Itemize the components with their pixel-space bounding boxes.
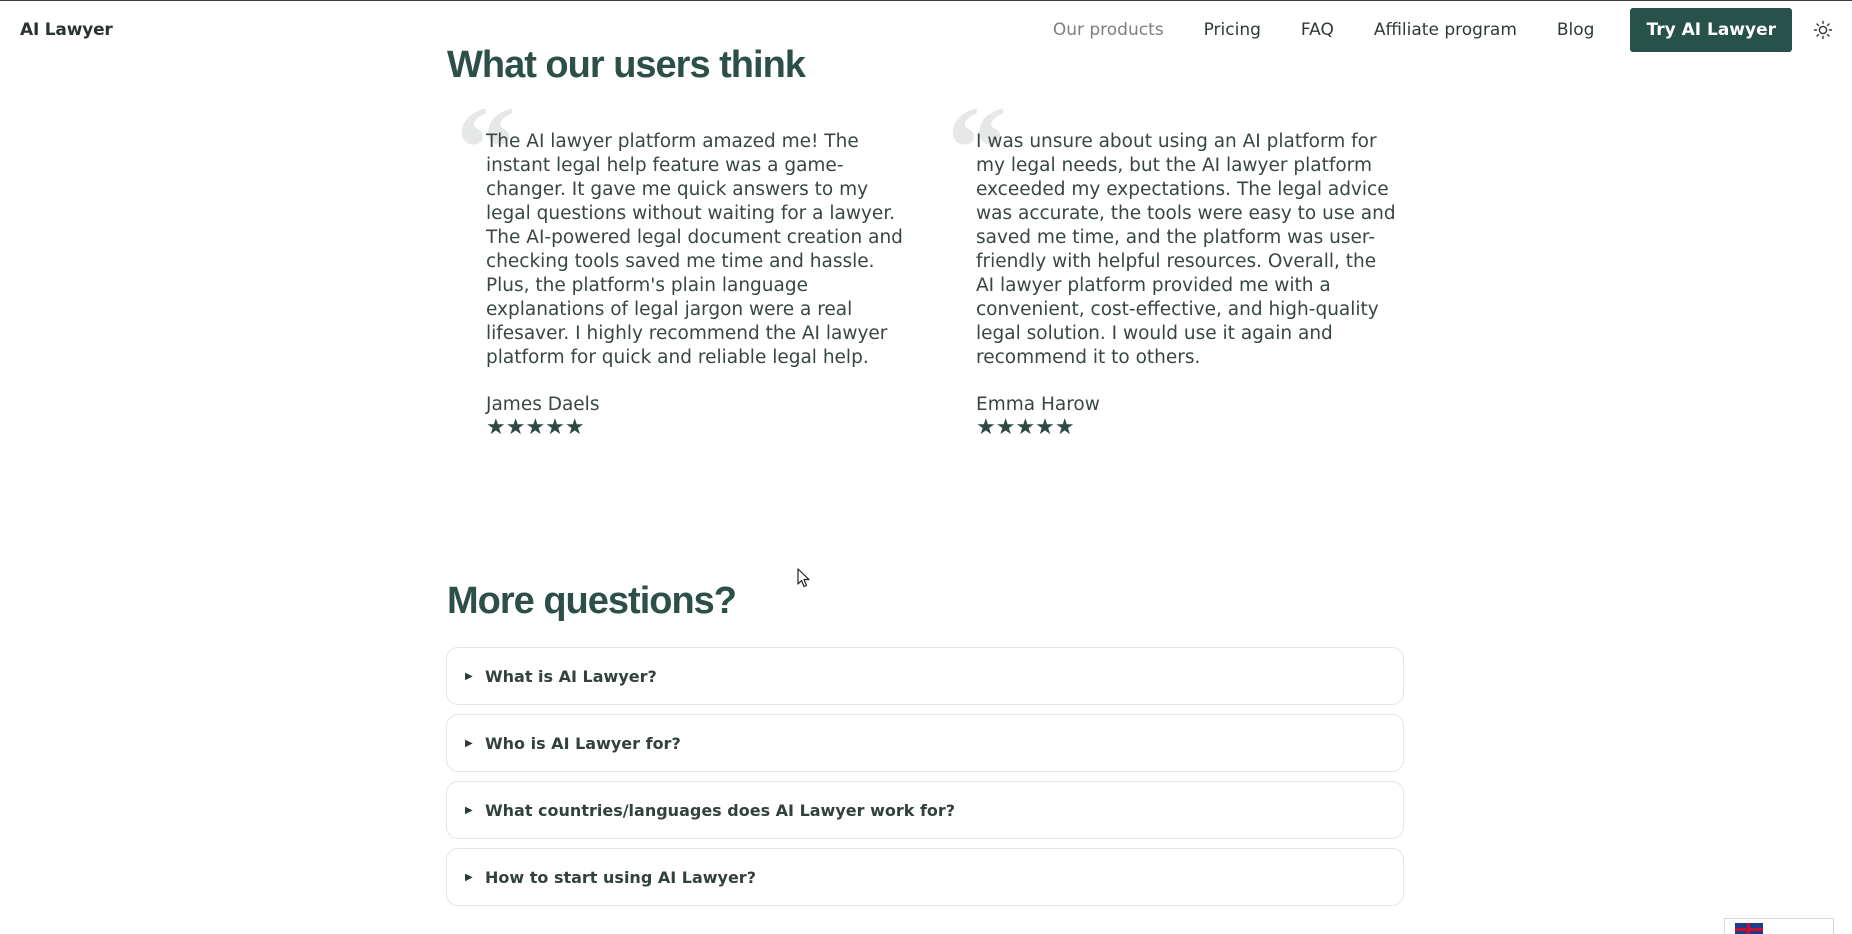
testimonial-author: James Daels <box>486 394 600 415</box>
testimonial-text: The AI lawyer platform amazed me! The in… <box>486 131 903 368</box>
theme-toggle-button[interactable] <box>1810 17 1836 43</box>
nav-link-blog[interactable]: Blog <box>1557 20 1595 40</box>
faq-title: More questions? <box>447 580 737 622</box>
faq-question: What countries/languages does AI Lawyer … <box>485 800 956 820</box>
faq-item[interactable]: ▶ How to start using AI Lawyer? <box>446 848 1404 906</box>
nav-link-faq[interactable]: FAQ <box>1301 20 1334 40</box>
uk-flag-icon <box>1735 923 1763 934</box>
faq-question: How to start using AI Lawyer? <box>485 867 756 887</box>
top-navbar: AI Lawyer Our products Pricing FAQ Affil… <box>0 1 1852 59</box>
faq-question: Who is AI Lawyer for? <box>485 733 681 753</box>
star-rating: ★★★★★ <box>486 415 585 440</box>
nav-link-our-products[interactable]: Our products <box>1053 20 1164 40</box>
language-selector[interactable] <box>1724 918 1834 934</box>
nav-link-pricing[interactable]: Pricing <box>1204 20 1261 40</box>
sun-icon <box>1813 20 1833 40</box>
try-ai-lawyer-button[interactable]: Try AI Lawyer <box>1630 8 1792 52</box>
testimonial-card: I was unsure about using an AI platform … <box>976 130 1396 441</box>
caret-right-icon: ▶ <box>465 737 473 749</box>
brand-logo[interactable]: AI Lawyer <box>20 20 113 40</box>
testimonial-author: Emma Harow <box>976 394 1100 415</box>
star-rating: ★★★★★ <box>976 415 1075 440</box>
caret-right-icon: ▶ <box>465 804 473 816</box>
faq-question: What is AI Lawyer? <box>485 666 657 686</box>
nav-links: Our products Pricing FAQ Affiliate progr… <box>1013 1 1852 59</box>
faq-item[interactable]: ▶ What is AI Lawyer? <box>446 647 1404 705</box>
caret-right-icon: ▶ <box>465 670 473 682</box>
caret-right-icon: ▶ <box>465 871 473 883</box>
testimonial-text: I was unsure about using an AI platform … <box>976 131 1396 368</box>
testimonial-card: The AI lawyer platform amazed me! The in… <box>486 130 906 441</box>
faq-item[interactable]: ▶ Who is AI Lawyer for? <box>446 714 1404 772</box>
mouse-cursor-icon <box>797 568 810 588</box>
faq-list: ▶ What is AI Lawyer? ▶ Who is AI Lawyer … <box>446 647 1404 915</box>
nav-link-affiliate-program[interactable]: Affiliate program <box>1374 20 1517 40</box>
faq-item[interactable]: ▶ What countries/languages does AI Lawye… <box>446 781 1404 839</box>
